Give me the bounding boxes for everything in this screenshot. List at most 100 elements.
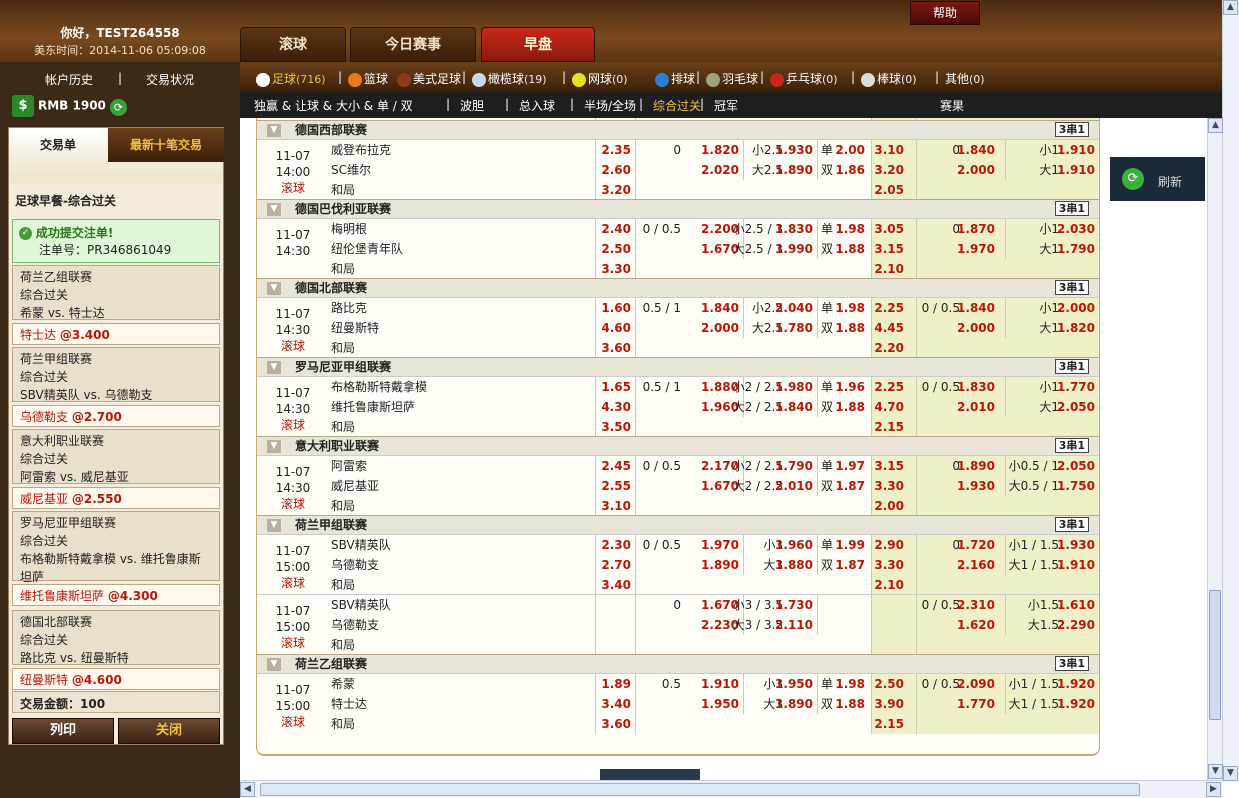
- odds-ht-over-under[interactable]: 1.770: [1057, 377, 1095, 397]
- odds-ht-over-under[interactable]: 1.820: [1057, 318, 1095, 338]
- odds-ht-1x2[interactable]: 2.00: [874, 496, 904, 516]
- odds-ht-1x2[interactable]: 2.25: [874, 377, 904, 397]
- inner-scroll-down-icon[interactable]: ▼: [1208, 764, 1223, 779]
- account-history-link[interactable]: 帐户历史: [45, 71, 93, 88]
- odds-ht-handicap[interactable]: 1.970: [957, 239, 995, 259]
- bottom-button-partial[interactable]: [600, 769, 700, 780]
- odds-ht-over-under[interactable]: 2.050: [1057, 456, 1095, 476]
- bet-type-1[interactable]: 波胆: [460, 97, 484, 114]
- tab-last-ten-bets[interactable]: 最新十笔交易: [108, 128, 224, 162]
- odds-1x2[interactable]: 2.60: [601, 160, 631, 180]
- odds-odd-even[interactable]: 2.00: [835, 140, 865, 160]
- odds-odd-even[interactable]: 1.97: [835, 456, 865, 476]
- odds-ht-1x2[interactable]: 2.15: [874, 417, 904, 437]
- odds-ht-over-under[interactable]: 1.790: [1057, 239, 1095, 259]
- odds-ht-1x2[interactable]: 3.30: [874, 476, 904, 496]
- sport-0[interactable]: 足球(716): [256, 70, 326, 87]
- sport-1[interactable]: 篮球: [348, 70, 388, 87]
- odds-ht-1x2[interactable]: 3.30: [874, 555, 904, 575]
- odds-over-under[interactable]: 1.960: [775, 535, 813, 555]
- odds-ht-1x2[interactable]: 2.50: [874, 674, 904, 694]
- odds-over-under[interactable]: 1.790: [775, 456, 813, 476]
- odds-over-under[interactable]: 2.010: [775, 476, 813, 496]
- odds-ht-handicap[interactable]: 2.000: [957, 160, 995, 180]
- odds-ht-handicap[interactable]: 1.870: [957, 219, 995, 239]
- odds-ht-over-under[interactable]: 1.750: [1057, 476, 1095, 496]
- odds-1x2[interactable]: 3.10: [601, 496, 631, 516]
- odds-odd-even[interactable]: 1.98: [835, 298, 865, 318]
- odds-over-under[interactable]: 1.890: [775, 160, 813, 180]
- odds-odd-even[interactable]: 1.96: [835, 377, 865, 397]
- odds-over-under[interactable]: 2.040: [775, 298, 813, 318]
- bet-type-2[interactable]: 总入球: [519, 97, 555, 114]
- odds-1x2[interactable]: 1.65: [601, 377, 631, 397]
- league-header[interactable]: ▼ 德国北部联赛 3串1: [257, 278, 1099, 297]
- odds-ht-1x2[interactable]: 3.90: [874, 694, 904, 714]
- inner-scroll-up-icon[interactable]: ▲: [1208, 118, 1223, 133]
- refresh-balance-icon[interactable]: ⟳: [110, 99, 127, 116]
- odds-ht-1x2[interactable]: 2.20: [874, 338, 904, 358]
- odds-over-under[interactable]: 1.730: [775, 595, 813, 615]
- horizontal-scrollbar[interactable]: ◀ ▶: [240, 780, 1222, 798]
- collapse-icon[interactable]: ▼: [267, 282, 281, 295]
- odds-ht-handicap[interactable]: 1.890: [957, 456, 995, 476]
- league-header[interactable]: ▼ 荷兰乙组联赛 3串1: [257, 654, 1099, 673]
- tab-bet-slip[interactable]: 交易单: [9, 128, 107, 162]
- odds-ht-over-under[interactable]: 1.910: [1057, 160, 1095, 180]
- sport-2[interactable]: 美式足球: [397, 70, 461, 87]
- odds-ht-handicap[interactable]: 1.840: [957, 298, 995, 318]
- odds-odd-even[interactable]: 1.99: [835, 535, 865, 555]
- odds-ht-handicap[interactable]: 2.090: [957, 674, 995, 694]
- odds-ht-handicap[interactable]: 1.770: [957, 694, 995, 714]
- odds-odd-even[interactable]: 1.98: [835, 219, 865, 239]
- odds-ht-handicap[interactable]: 2.310: [957, 595, 995, 615]
- vertical-scrollbar[interactable]: ▲ ▼: [1222, 0, 1239, 782]
- bet-type-3[interactable]: 半场/全场: [584, 97, 636, 114]
- odds-handicap[interactable]: 1.820: [701, 140, 739, 160]
- odds-odd-even[interactable]: 1.98: [835, 674, 865, 694]
- sport-7[interactable]: 乒乓球(0): [770, 70, 838, 87]
- odds-ht-over-under[interactable]: 1.920: [1057, 674, 1095, 694]
- tab-live[interactable]: 滚球: [240, 27, 346, 62]
- odds-ht-1x2[interactable]: 3.05: [874, 219, 904, 239]
- inner-vertical-scrollbar[interactable]: ▲ ▼: [1207, 118, 1223, 780]
- close-button[interactable]: 关闭: [118, 718, 220, 744]
- odds-1x2[interactable]: 3.60: [601, 714, 631, 734]
- odds-ht-1x2[interactable]: 3.20: [874, 160, 904, 180]
- odds-odd-even[interactable]: 1.87: [835, 476, 865, 496]
- odds-ht-1x2[interactable]: 3.15: [874, 239, 904, 259]
- odds-ht-over-under[interactable]: 2.050: [1057, 397, 1095, 417]
- odds-over-under[interactable]: 1.950: [775, 674, 813, 694]
- tab-early[interactable]: 早盘: [481, 27, 595, 62]
- odds-ht-over-under[interactable]: 2.030: [1057, 219, 1095, 239]
- odds-ht-over-under[interactable]: 1.910: [1057, 140, 1095, 160]
- league-header[interactable]: ▼ 德国巴伐利亚联赛 3串1: [257, 199, 1099, 218]
- collapse-icon[interactable]: ▼: [267, 440, 281, 453]
- league-header[interactable]: ▼ 意大利职业联赛 3串1: [257, 436, 1099, 455]
- odds-ht-handicap[interactable]: 2.000: [957, 318, 995, 338]
- tab-today[interactable]: 今日赛事: [350, 27, 476, 62]
- scroll-down-icon[interactable]: ▼: [1223, 766, 1238, 781]
- odds-1x2[interactable]: 4.60: [601, 318, 631, 338]
- odds-1x2[interactable]: 3.60: [601, 338, 631, 358]
- bet-type-5[interactable]: 冠军: [714, 97, 738, 114]
- odds-1x2[interactable]: 2.50: [601, 239, 631, 259]
- odds-1x2[interactable]: 4.30: [601, 397, 631, 417]
- odds-1x2[interactable]: 3.50: [601, 417, 631, 437]
- bet-type-6[interactable]: 赛果: [940, 97, 964, 114]
- odds-over-under[interactable]: 2.110: [775, 615, 813, 635]
- sport-5[interactable]: 排球: [655, 70, 695, 87]
- odds-ht-over-under[interactable]: 2.000: [1057, 298, 1095, 318]
- sport-9[interactable]: 其他(0): [945, 70, 985, 87]
- odds-1x2[interactable]: 2.45: [601, 456, 631, 476]
- odds-handicap[interactable]: 2.000: [701, 318, 739, 338]
- odds-ht-1x2[interactable]: 4.45: [874, 318, 904, 338]
- collapse-icon[interactable]: ▼: [267, 519, 281, 532]
- bet-type-0[interactable]: 独赢 & 让球 & 大小 & 单 / 双: [254, 97, 413, 114]
- odds-1x2[interactable]: 2.70: [601, 555, 631, 575]
- odds-ht-handicap[interactable]: 1.830: [957, 377, 995, 397]
- league-header[interactable]: ▼ 荷兰甲组联赛 3串1: [257, 515, 1099, 534]
- odds-ht-1x2[interactable]: 4.70: [874, 397, 904, 417]
- collapse-icon[interactable]: ▼: [267, 658, 281, 671]
- odds-1x2[interactable]: 3.20: [601, 180, 631, 200]
